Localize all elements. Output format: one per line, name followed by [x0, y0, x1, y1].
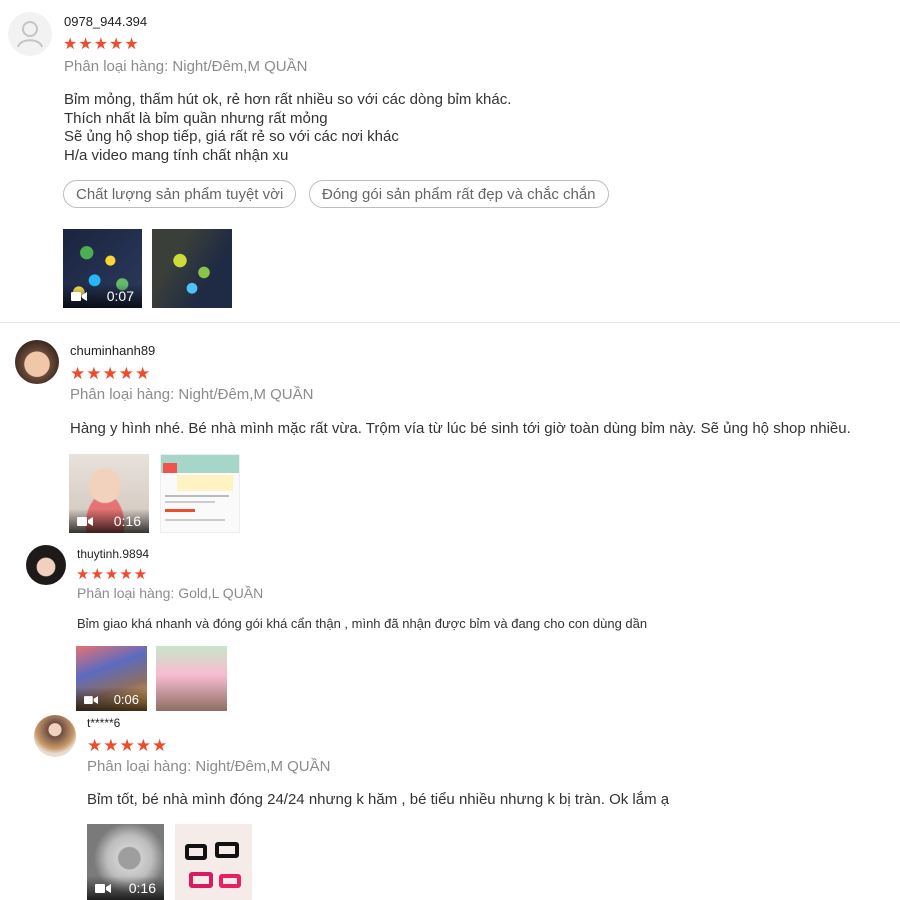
reviewer-username[interactable]: 0978_944.394: [64, 14, 147, 29]
review-text-line: Thích nhất là bỉm quần nhưng rất mỏng: [64, 110, 328, 127]
variant-label: Phân loại hàng: Gold,L QUẦN: [77, 585, 264, 601]
avatar[interactable]: [8, 12, 52, 56]
review-photo-thumbnail[interactable]: [160, 454, 240, 533]
avatar[interactable]: [26, 545, 66, 585]
review-video-thumbnail[interactable]: 0:16: [69, 454, 149, 533]
review-video-thumbnail[interactable]: 0:06: [76, 646, 147, 711]
variant-label: Phân loại hàng: Night/Đêm,M QUẦN: [87, 758, 331, 775]
screenshot-line: [165, 519, 225, 521]
photo-element: [215, 842, 239, 858]
photo-element: [189, 872, 213, 888]
review-tag[interactable]: Đóng gói sản phẩm rất đẹp và chắc chắn: [309, 180, 609, 208]
review-photo-thumbnail[interactable]: [156, 646, 227, 711]
screenshot-line: [165, 495, 229, 497]
video-camera-icon: [71, 292, 87, 301]
review-text-line: H/a video mang tính chất nhận xu: [64, 147, 289, 164]
photo-element: [185, 844, 207, 860]
review-video-thumbnail[interactable]: 0:16: [87, 824, 164, 900]
screenshot-badge: [163, 463, 177, 473]
photo-element: [219, 874, 241, 888]
reviewer-username[interactable]: t*****6: [87, 716, 120, 730]
review-tag[interactable]: Chất lượng sản phẩm tuyệt vời: [63, 180, 297, 208]
star-rating: ★★★★★: [87, 736, 169, 755]
reviewer-username[interactable]: thuytinh.9894: [77, 547, 149, 561]
review-divider: [0, 322, 900, 323]
screenshot-banner: [177, 475, 233, 491]
variant-label: Phân loại hàng: Night/Đêm,M QUẦN: [64, 58, 308, 75]
review-photo-thumbnail[interactable]: [175, 824, 252, 900]
review-text-line: Bỉm tốt, bé nhà mình đóng 24/24 nhưng k …: [87, 791, 670, 808]
avatar[interactable]: [15, 340, 59, 384]
video-duration: 0:16: [128, 880, 156, 896]
review-video-thumbnail[interactable]: 0:07: [63, 229, 142, 308]
review-text-line: Bỉm mỏng, thấm hút ok, rẻ hơn rất nhiều …: [64, 91, 512, 108]
star-rating: ★★★★★: [76, 566, 149, 583]
video-camera-icon: [95, 884, 111, 893]
variant-label: Phân loại hàng: Night/Đêm,M QUẦN: [70, 386, 314, 403]
review-text-line: Bỉm giao khá nhanh và đóng gói khá cẩn t…: [77, 616, 648, 631]
video-duration: 0:16: [113, 513, 141, 529]
video-duration: 0:06: [113, 692, 139, 707]
avatar[interactable]: [34, 715, 76, 757]
star-rating: ★★★★★: [70, 364, 152, 383]
video-camera-icon: [77, 517, 93, 526]
review-text-line: Sẽ ủng hộ shop tiếp, giá rất rẻ so với c…: [64, 128, 399, 145]
screenshot-price: [165, 509, 195, 512]
video-camera-icon: [84, 696, 98, 704]
video-duration: 0:07: [106, 288, 134, 304]
review-photo-thumbnail[interactable]: [152, 229, 232, 308]
screenshot-line: [165, 501, 215, 503]
review-text-line: Hàng y hình nhé. Bé nhà mình mặc rất vừa…: [70, 420, 851, 437]
reviewer-username[interactable]: chuminhanh89: [70, 343, 155, 358]
user-placeholder-icon: [17, 21, 43, 48]
star-rating: ★★★★★: [63, 36, 140, 53]
